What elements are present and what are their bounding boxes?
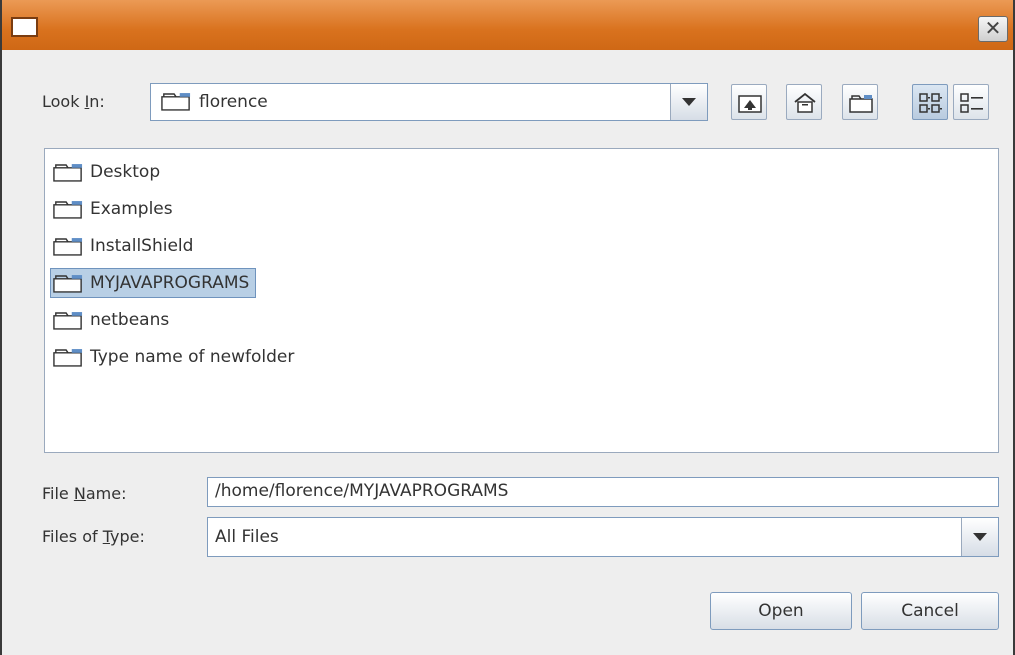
folder-icon — [53, 238, 83, 256]
file-type-label: Files of Type: — [42, 527, 145, 546]
up-one-level-button[interactable] — [731, 84, 767, 120]
list-view-icon — [919, 93, 942, 113]
list-item[interactable]: MYJAVAPROGRAMS — [50, 268, 257, 298]
details-view-icon — [960, 93, 983, 113]
folder-icon — [161, 93, 191, 111]
list-item-label: InstallShield — [90, 236, 194, 256]
open-button[interactable]: Open — [710, 592, 852, 630]
file-type-combo[interactable]: All Files — [207, 517, 999, 557]
list-item-label: netbeans — [90, 310, 170, 330]
close-icon: ✕ — [984, 16, 1002, 40]
list-item[interactable]: Examples — [50, 194, 180, 224]
look-in-value: florence — [199, 92, 268, 112]
look-in-combo[interactable]: florence — [150, 83, 708, 121]
list-item-label: Type name of newfolder — [90, 347, 295, 367]
home-button[interactable] — [786, 84, 822, 120]
file-list[interactable]: Desktop Examples InstallShield MYJAVAPROGRA… — [44, 148, 999, 453]
folder-icon — [53, 201, 83, 219]
close-button[interactable]: ✕ — [978, 16, 1008, 42]
look-in-dropdown-arrow[interactable] — [670, 84, 707, 120]
list-item[interactable]: Desktop — [50, 157, 167, 187]
folder-icon — [53, 275, 83, 293]
cancel-button[interactable]: Cancel — [861, 592, 999, 630]
list-item[interactable]: Type name of newfolder — [50, 342, 301, 372]
file-type-value: All Files — [215, 527, 279, 547]
look-in-label: Look In: — [42, 92, 105, 111]
folder-icon — [53, 312, 83, 330]
list-item-label: Examples — [90, 199, 173, 219]
list-item[interactable]: netbeans — [50, 305, 176, 335]
window-icon — [11, 17, 38, 37]
file-chooser-dialog: ✕ Look In: florence Desktop Examples Ins… — [0, 0, 1015, 655]
folder-icon — [53, 164, 83, 182]
details-view-button[interactable] — [953, 84, 989, 120]
file-name-label: File Name: — [42, 484, 127, 503]
new-folder-button[interactable] — [842, 84, 878, 120]
file-type-dropdown-arrow[interactable] — [961, 518, 998, 556]
list-item-label: MYJAVAPROGRAMS — [90, 273, 250, 293]
list-item[interactable]: InstallShield — [50, 231, 200, 261]
title-bar[interactable]: ✕ — [2, 0, 1013, 50]
list-view-button[interactable] — [912, 84, 948, 120]
folder-icon — [53, 349, 83, 367]
file-name-input[interactable]: /home/florence/MYJAVAPROGRAMS — [207, 477, 999, 507]
list-item-label: Desktop — [90, 162, 161, 182]
home-icon — [794, 92, 816, 113]
up-folder-icon — [738, 95, 762, 113]
new-folder-icon — [849, 95, 873, 113]
